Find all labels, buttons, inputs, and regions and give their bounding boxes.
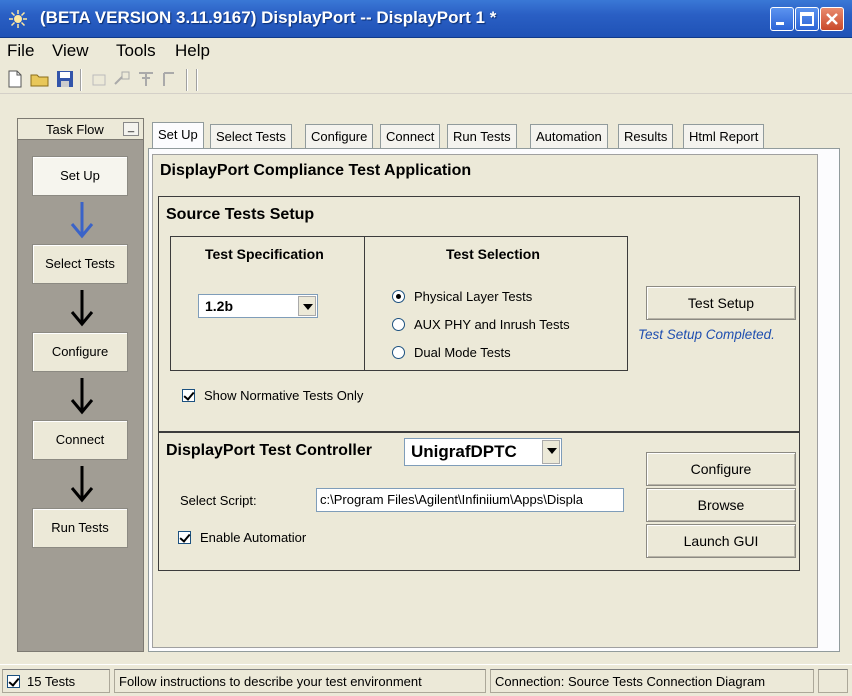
flow-arrow-down-icon [70,290,94,327]
tab-automation[interactable]: Automation [530,124,608,148]
status-bar: 15 Tests Follow instructions to describe… [0,664,852,696]
radio-aux-phy[interactable] [392,318,405,331]
menu-tools[interactable]: Tools [116,41,156,61]
toolbar-separator [196,69,198,91]
tests-checkbox[interactable] [7,675,20,688]
minimize-button[interactable] [770,7,794,31]
tab-run-tests[interactable]: Run Tests [447,124,517,148]
flow-step-connect[interactable]: Connect [32,420,128,460]
app-icon [9,10,27,28]
tool-icon-4[interactable] [160,69,180,89]
flow-arrow-down-icon [70,466,94,503]
open-folder-icon[interactable] [30,69,50,89]
flow-arrow-down-icon [70,378,94,415]
test-spec-value: 1.2b [205,298,234,314]
radio-aux-phy-label: AUX PHY and Inrush Tests [414,317,570,332]
menu-file[interactable]: File [7,41,34,61]
chevron-down-icon[interactable] [542,440,560,464]
flow-arrow-down-icon [70,202,94,239]
menu-help[interactable]: Help [175,41,210,61]
title-bar[interactable]: (BETA VERSION 3.11.9167) DisplayPort -- … [0,0,852,38]
toolbar [0,64,852,94]
save-icon[interactable] [55,69,75,89]
status-connection: Connection: Source Tests Connection Diag… [490,669,814,693]
new-file-icon[interactable] [5,69,25,89]
task-flow-minimize-button[interactable]: _ [123,122,139,136]
test-selection-label: Test Selection [446,246,540,262]
page-title: DisplayPort Compliance Test Application [160,162,472,179]
browse-button[interactable]: Browse [646,488,796,522]
tool-icon-3[interactable] [136,69,156,89]
task-flow-header: Task Flow _ [17,118,144,140]
radio-dual-mode-label: Dual Mode Tests [414,345,511,360]
tool-icon-1[interactable] [90,69,110,89]
status-message: Follow instructions to describe your tes… [114,669,486,693]
maximize-button[interactable] [795,7,819,31]
tab-select-tests[interactable]: Select Tests [210,124,292,148]
status-tests-panel: 15 Tests [2,669,110,693]
maximize-icon [800,12,814,26]
window-title: (BETA VERSION 3.11.9167) DisplayPort -- … [40,8,497,27]
radio-physical-layer[interactable] [392,290,405,303]
test-controller-title: DisplayPort Test Controller [166,442,372,459]
tab-configure[interactable]: Configure [305,124,374,148]
menu-view[interactable]: View [52,41,89,61]
flow-step-select-tests[interactable]: Select Tests [32,244,128,284]
flow-step-configure[interactable]: Configure [32,332,128,372]
radio-dual-mode[interactable] [392,346,405,359]
test-setup-button[interactable]: Test Setup [646,286,796,320]
resize-grip-icon[interactable] [818,669,848,693]
menu-bar: File View Tools Help [0,38,852,64]
test-controller-dropdown[interactable]: UnigrafDPTC [404,438,562,466]
source-tests-setup-title: Source Tests Setup [166,206,315,223]
divider [364,236,365,371]
script-path-field[interactable]: c:\Program Files\Agilent\Infiniium\Apps\… [316,488,624,512]
test-spec-dropdown[interactable]: 1.2b [198,294,318,318]
test-controller-value: UnigrafDPTC [411,442,517,461]
tool-icon-2[interactable] [112,69,132,89]
tab-connect[interactable]: Connect [380,124,441,148]
close-button[interactable] [820,7,844,31]
tab-set-up[interactable]: Set Up [152,122,204,149]
launch-gui-button[interactable]: Launch GUI [646,524,796,558]
show-normative-label: Show Normative Tests Only [204,388,364,403]
flow-step-set-up[interactable]: Set Up [32,156,128,196]
enable-automation-label: Enable Automatior [200,530,307,545]
show-normative-checkbox[interactable] [182,389,195,402]
tab-results[interactable]: Results [618,124,674,148]
tab-html-report[interactable]: Html Report [683,124,765,148]
tests-count: 15 Tests [27,674,76,689]
test-spec-label: Test Specification [205,246,324,262]
radio-physical-layer-label: Physical Layer Tests [414,289,533,304]
chevron-down-icon[interactable] [298,296,316,316]
close-icon [826,13,838,25]
toolbar-separator [186,69,188,91]
select-script-label: Select Script: [180,493,257,508]
configure-button[interactable]: Configure [646,452,796,486]
minimize-icon [776,22,784,25]
toolbar-separator [80,69,82,91]
test-setup-status: Test Setup Completed. [638,327,775,342]
task-flow-title: Task Flow [46,122,104,137]
enable-automation-checkbox[interactable] [178,531,191,544]
flow-step-run-tests[interactable]: Run Tests [32,508,128,548]
